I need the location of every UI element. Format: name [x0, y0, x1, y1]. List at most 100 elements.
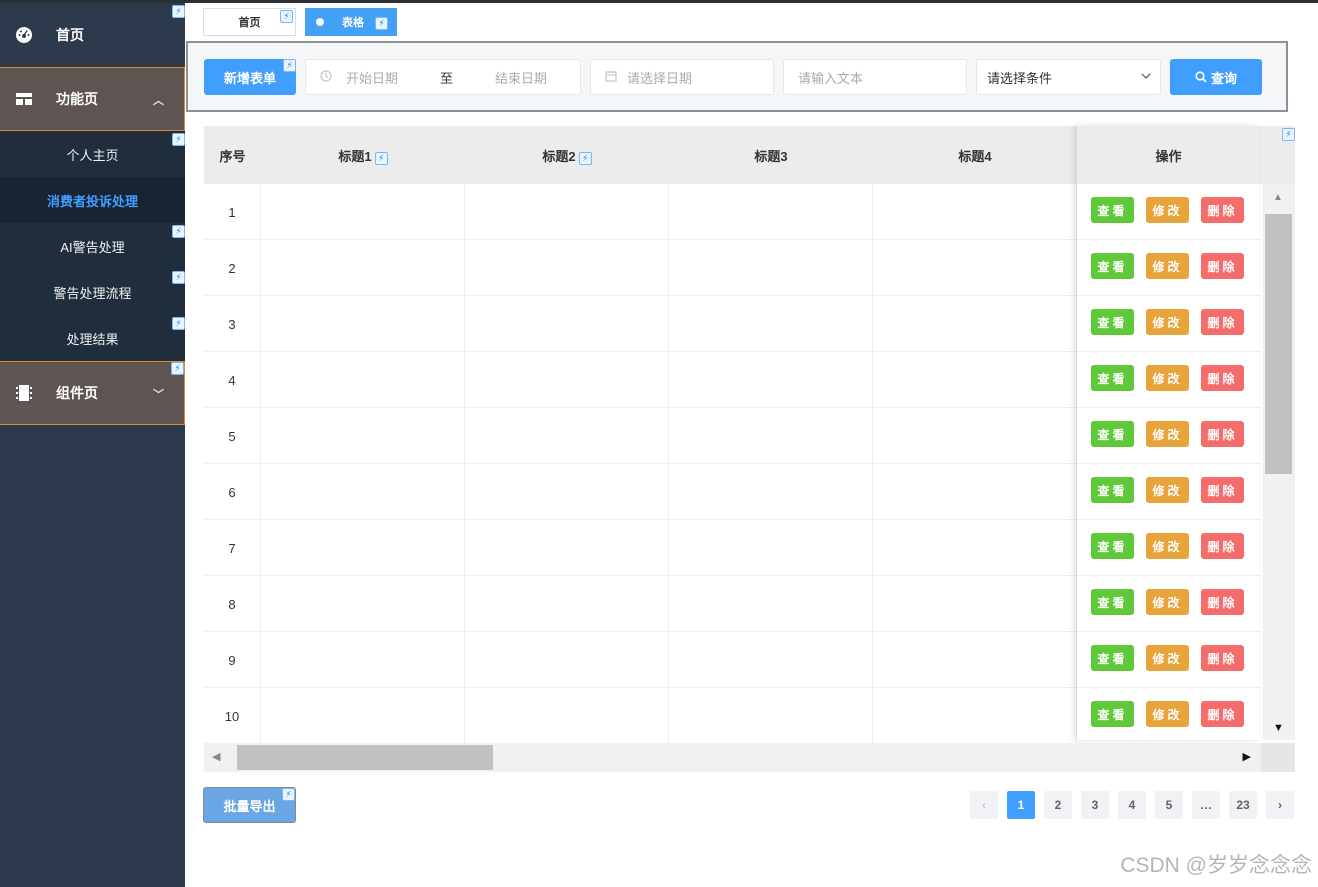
table-cell: [873, 408, 1077, 464]
actions-row: 查看 修改 删除: [1077, 240, 1260, 296]
table-cell: [261, 632, 465, 688]
actions-row: 查看 修改 删除: [1077, 408, 1260, 464]
delete-button[interactable]: 删除: [1201, 645, 1244, 671]
view-button[interactable]: 查看: [1091, 197, 1134, 223]
actions-column: 操作 查看 修改 删除 查看 修改 删除 查看 修改 删除 查看 修改 删除 查看 修改 删除 查看 修改 删除查…: [1077, 126, 1260, 744]
edit-button[interactable]: 修改: [1146, 477, 1189, 503]
page-number-button[interactable]: 1: [1007, 791, 1035, 819]
edit-button[interactable]: 修改: [1146, 365, 1189, 391]
delete-button[interactable]: 删除: [1201, 197, 1244, 223]
scroll-down-arrow-icon[interactable]: ▼: [1273, 722, 1284, 734]
edit-button[interactable]: 修改: [1146, 197, 1189, 223]
view-button[interactable]: 查看: [1091, 309, 1134, 335]
sidebar-group-label: 功能页: [56, 91, 98, 107]
delete-button[interactable]: 删除: [1201, 365, 1244, 391]
edit-button[interactable]: 修改: [1146, 253, 1189, 279]
active-dot-icon: [316, 18, 324, 26]
scroll-right-arrow-icon[interactable]: ▶: [1243, 750, 1251, 763]
start-date-input[interactable]: 开始日期: [346, 68, 440, 87]
table-cell: [669, 520, 873, 576]
vertical-scrollbar[interactable]: ▲ ▼: [1263, 184, 1295, 740]
sidebar-item-label: AI警告处理: [60, 239, 125, 255]
view-button[interactable]: 查看: [1091, 645, 1134, 671]
sidebar-item-label: 处理结果: [66, 331, 119, 347]
delete-button[interactable]: 删除: [1201, 533, 1244, 559]
table-cell: [261, 464, 465, 520]
table-cell: [669, 352, 873, 408]
text-input[interactable]: 请输入文本: [783, 59, 967, 95]
table-cell: [261, 296, 465, 352]
edit-button[interactable]: 修改: [1146, 701, 1189, 727]
view-button[interactable]: 查看: [1091, 701, 1134, 727]
horizontal-scrollbar[interactable]: ◀ ▶: [204, 743, 1261, 772]
view-button[interactable]: 查看: [1091, 477, 1134, 503]
delete-button[interactable]: 删除: [1201, 477, 1244, 503]
actions-row: 查看 修改 删除: [1077, 464, 1260, 520]
page-number-button[interactable]: 2: [1044, 791, 1072, 819]
tab-table[interactable]: 表格 ⚡: [305, 8, 397, 36]
table-cell: [873, 520, 1077, 576]
delete-button[interactable]: 删除: [1201, 253, 1244, 279]
lightning-icon: ⚡: [172, 271, 185, 284]
column-header[interactable]: 标题1 ⚡: [261, 126, 465, 184]
batch-export-button[interactable]: 批量导出 ⚡: [203, 787, 296, 823]
table-cell: [669, 184, 873, 240]
delete-button[interactable]: 删除: [1201, 589, 1244, 615]
table-cell: [873, 184, 1077, 240]
edit-button[interactable]: 修改: [1146, 533, 1189, 559]
delete-button[interactable]: 删除: [1201, 421, 1244, 447]
tab-home[interactable]: 首页 ⚡: [203, 8, 296, 36]
clock-icon: [320, 69, 332, 85]
sidebar-item-ai-warning[interactable]: AI警告处理 ⚡: [0, 223, 185, 269]
next-page-button[interactable]: ›: [1266, 791, 1294, 819]
delete-button[interactable]: 删除: [1201, 701, 1244, 727]
row-index-cell: 3: [204, 296, 261, 352]
column-header: 标题4: [958, 148, 992, 164]
actions-row: 查看 修改 删除: [1077, 352, 1260, 408]
page-number-button[interactable]: 5: [1155, 791, 1183, 819]
row-index-cell: 4: [204, 352, 261, 408]
table-cell: [669, 688, 873, 744]
view-button[interactable]: 查看: [1091, 253, 1134, 279]
table-cell: [465, 632, 669, 688]
end-date-input[interactable]: 结束日期: [495, 68, 547, 87]
page-ellipsis[interactable]: …: [1192, 791, 1220, 819]
page-number-button[interactable]: 23: [1229, 791, 1257, 819]
table-cell: [873, 632, 1077, 688]
sidebar-item-complaints[interactable]: 消费者投诉处理: [0, 177, 185, 223]
delete-button[interactable]: 删除: [1201, 309, 1244, 335]
edit-button[interactable]: 修改: [1146, 645, 1189, 671]
view-button[interactable]: 查看: [1091, 589, 1134, 615]
table-cell: [465, 688, 669, 744]
edit-button[interactable]: 修改: [1146, 309, 1189, 335]
sidebar-item-results[interactable]: 处理结果 ⚡: [0, 315, 185, 361]
scroll-up-arrow-icon[interactable]: ▲: [1273, 192, 1283, 203]
scroll-left-arrow-icon[interactable]: ◀: [212, 750, 220, 763]
lightning-icon: ⚡: [374, 151, 388, 165]
chevron-up-icon: ︿: [153, 95, 164, 107]
column-header: 操作: [1077, 126, 1260, 184]
date-picker[interactable]: 请选择日期: [590, 59, 774, 95]
search-button[interactable]: 查询: [1170, 59, 1262, 95]
page-number-button[interactable]: 4: [1118, 791, 1146, 819]
edit-button[interactable]: 修改: [1146, 421, 1189, 447]
sidebar-group-function[interactable]: 功能页 ︿: [0, 67, 185, 131]
sidebar-item-warning-flow[interactable]: 警告处理流程 ⚡: [0, 269, 185, 315]
view-button[interactable]: 查看: [1091, 365, 1134, 391]
view-button[interactable]: 查看: [1091, 533, 1134, 559]
prev-page-button[interactable]: ‹: [970, 791, 998, 819]
add-form-button[interactable]: 新增表单 ⚡: [204, 59, 296, 95]
view-button[interactable]: 查看: [1091, 421, 1134, 447]
vertical-scroll-thumb[interactable]: [1265, 214, 1292, 474]
sidebar-item-profile[interactable]: 个人主页 ⚡: [0, 131, 185, 177]
column-header[interactable]: 标题2 ⚡: [465, 126, 669, 184]
select-value: 请选择条件: [987, 70, 1053, 86]
sidebar-item-home[interactable]: 首页 ⚡: [0, 3, 185, 67]
horizontal-scroll-thumb[interactable]: [237, 745, 493, 770]
page-number-button[interactable]: 3: [1081, 791, 1109, 819]
date-range-picker[interactable]: 开始日期 至 结束日期: [305, 59, 581, 95]
condition-select[interactable]: 请选择条件: [976, 59, 1161, 95]
sidebar-group-components[interactable]: 组件页 ﹀ ⚡: [0, 361, 185, 425]
edit-button[interactable]: 修改: [1146, 589, 1189, 615]
sidebar-submenu: 个人主页 ⚡ 消费者投诉处理 AI警告处理 ⚡ 警告处理流程 ⚡ 处理结果 ⚡: [0, 131, 185, 361]
